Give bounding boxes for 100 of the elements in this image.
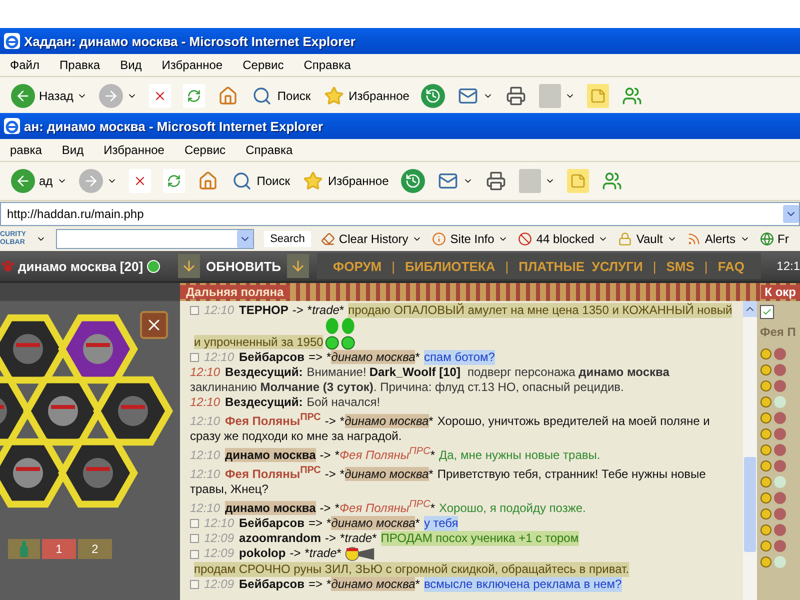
- message-time: 12:09: [204, 546, 234, 560]
- system-message: 12:10 Вездесущий: Внимание! Dark_Woolf [10] подверг персонажа динамо москва заклинанию Молчание (3 суток). Причина: флуд ст.13 НО, опасный рецидив.: [190, 365, 670, 395]
- menu-item[interactable]: Файл: [10, 58, 40, 72]
- nav-link[interactable]: ФОРУМ: [332, 258, 382, 274]
- recipient-name[interactable]: trade: [312, 303, 340, 317]
- menu-item[interactable]: Правка: [60, 58, 100, 72]
- close-button[interactable]: [140, 311, 168, 339]
- lock-icon: [618, 232, 632, 246]
- asterisk-text: *: [340, 531, 345, 545]
- player-status-icon[interactable]: [760, 491, 788, 505]
- nav-link[interactable]: ПЛАТНЫЕ УСЛУГИ: [518, 258, 643, 274]
- address-field[interactable]: http://haddan.ru/main.php: [0, 202, 800, 226]
- location-link[interactable]: К окр: [760, 285, 800, 299]
- menu-item[interactable]: Сервис: [184, 143, 226, 157]
- message-text: ПРОДАМ посох ученика +1 с тором: [380, 531, 579, 546]
- message-text: продаю ОПАЛОВЫЙ амулет на мне цена 1350 и КОЖАННЫЙ новый: [348, 303, 732, 318]
- recipient-name[interactable]: динамо москва: [331, 350, 416, 364]
- scroll-up-icon[interactable]: [743, 301, 757, 317]
- dropdown-icon[interactable]: [237, 230, 254, 248]
- player-status-icon[interactable]: [760, 539, 788, 553]
- asterisk-text: *: [415, 577, 420, 591]
- asterisk-text: *: [415, 516, 420, 530]
- sender-name[interactable]: pokolop: [239, 546, 286, 560]
- player-status-icon[interactable]: [760, 555, 788, 569]
- player-status-icon[interactable]: [760, 395, 788, 409]
- player-status-icon[interactable]: [760, 363, 788, 377]
- arrow-text: =>: [308, 350, 323, 364]
- recipient-name[interactable]: trade: [309, 546, 337, 560]
- player-status-icon[interactable]: [760, 427, 788, 441]
- sender-name[interactable]: Бейбарсов: [239, 350, 305, 364]
- message-checkbox[interactable]: [190, 519, 199, 528]
- clock: 12:1: [776, 259, 800, 273]
- toolbar-button[interactable]: Fr: [760, 232, 789, 246]
- menu-item[interactable]: Избранное: [104, 143, 164, 157]
- nav-separator: |: [392, 258, 395, 274]
- toolbar-button[interactable]: Clear History: [320, 232, 422, 246]
- belt-slot[interactable]: 1: [42, 539, 76, 559]
- toolbar-button[interactable]: ад: [8, 169, 70, 193]
- belt-slot[interactable]: 2: [78, 539, 112, 559]
- nav-link[interactable]: БИБЛИОТЕКА: [405, 258, 496, 274]
- asterisk-text: *: [372, 531, 377, 545]
- sender-name[interactable]: Бейбарсов: [239, 577, 305, 591]
- toolbar-button[interactable]: Поиск: [228, 169, 293, 193]
- menu-item[interactable]: Сервис: [242, 58, 284, 72]
- panel-title: Фея П: [760, 325, 797, 339]
- sender-name[interactable]: ТЕРНОР: [239, 303, 288, 317]
- message-text: спам ботом?: [424, 350, 495, 365]
- message-checkbox[interactable]: [190, 353, 199, 362]
- message-checkbox[interactable]: [190, 580, 199, 590]
- message-time: 12:10: [204, 303, 234, 317]
- menu-item[interactable]: Справка: [304, 58, 351, 72]
- toolbar-button[interactable]: Поиск: [248, 84, 314, 108]
- nav-link[interactable]: SMS: [666, 258, 694, 274]
- player-status-icon[interactable]: [760, 443, 788, 457]
- toolbar-button[interactable]: Назад: [8, 84, 90, 108]
- toolbar-button[interactable]: Избранное: [298, 169, 392, 193]
- refresh-button[interactable]: ОБНОВИТЬ: [200, 258, 287, 274]
- blocked-icon: [518, 232, 532, 246]
- toolbar-button[interactable]: Избранное: [320, 84, 412, 108]
- search-button[interactable]: Search: [264, 231, 311, 247]
- menu-item[interactable]: равка: [10, 143, 42, 157]
- toolbar-button[interactable]: 44 blocked: [518, 232, 608, 246]
- location-name: Дальняя поляна: [180, 285, 290, 299]
- menu-item[interactable]: Избранное: [162, 58, 223, 72]
- ie-logo-icon: [4, 33, 20, 49]
- dropdown-icon[interactable]: [783, 205, 799, 223]
- asterisk-text: *: [336, 546, 342, 560]
- asterisk-text: *: [307, 303, 312, 317]
- info-icon[interactable]: [147, 260, 160, 272]
- message-text: всмысле включена реклама в нем?: [424, 577, 622, 592]
- checkbox[interactable]: [760, 305, 774, 319]
- message-time: 12:10: [204, 516, 234, 530]
- toolbar-button[interactable]: Vault: [618, 232, 677, 246]
- player-status-icon[interactable]: [760, 459, 788, 473]
- message-checkbox[interactable]: [190, 306, 199, 316]
- player-status-icon[interactable]: [760, 379, 788, 393]
- player-status-icon[interactable]: [760, 475, 788, 489]
- player-status-icon[interactable]: [760, 507, 788, 521]
- recipient-name[interactable]: trade: [344, 531, 372, 545]
- menu-item[interactable]: Вид: [120, 58, 142, 72]
- chat-message: 12:10 динамо москва -> *Фея Поляны$^{ПРС}$* Да, мне нужны новые травы.: [190, 445, 602, 463]
- nav-link[interactable]: FAQ: [718, 258, 745, 274]
- search-field[interactable]: [56, 229, 254, 249]
- toolbar-button[interactable]: Site Info: [432, 232, 508, 246]
- player-status-icon[interactable]: [760, 411, 788, 425]
- recipient-name[interactable]: динамо москва: [331, 577, 416, 591]
- arrow-text: =>: [308, 516, 323, 530]
- toolbar-button[interactable]: Alerts: [686, 232, 750, 246]
- player-status-icon[interactable]: [760, 523, 788, 537]
- scroll-thumb[interactable]: [744, 457, 756, 552]
- menu-item[interactable]: Справка: [246, 143, 293, 157]
- player-status-icon[interactable]: [760, 347, 788, 361]
- recipient-name[interactable]: динамо москва: [331, 516, 416, 530]
- asterisk-text: *: [326, 577, 332, 591]
- sender-name[interactable]: Бейбарсов: [239, 516, 305, 530]
- arrow-text: =>: [308, 577, 323, 591]
- sender-name[interactable]: azoomrandom: [239, 531, 322, 545]
- menu-item[interactable]: Вид: [62, 143, 84, 157]
- message-checkbox[interactable]: [190, 550, 199, 558]
- message-checkbox[interactable]: [190, 534, 199, 544]
